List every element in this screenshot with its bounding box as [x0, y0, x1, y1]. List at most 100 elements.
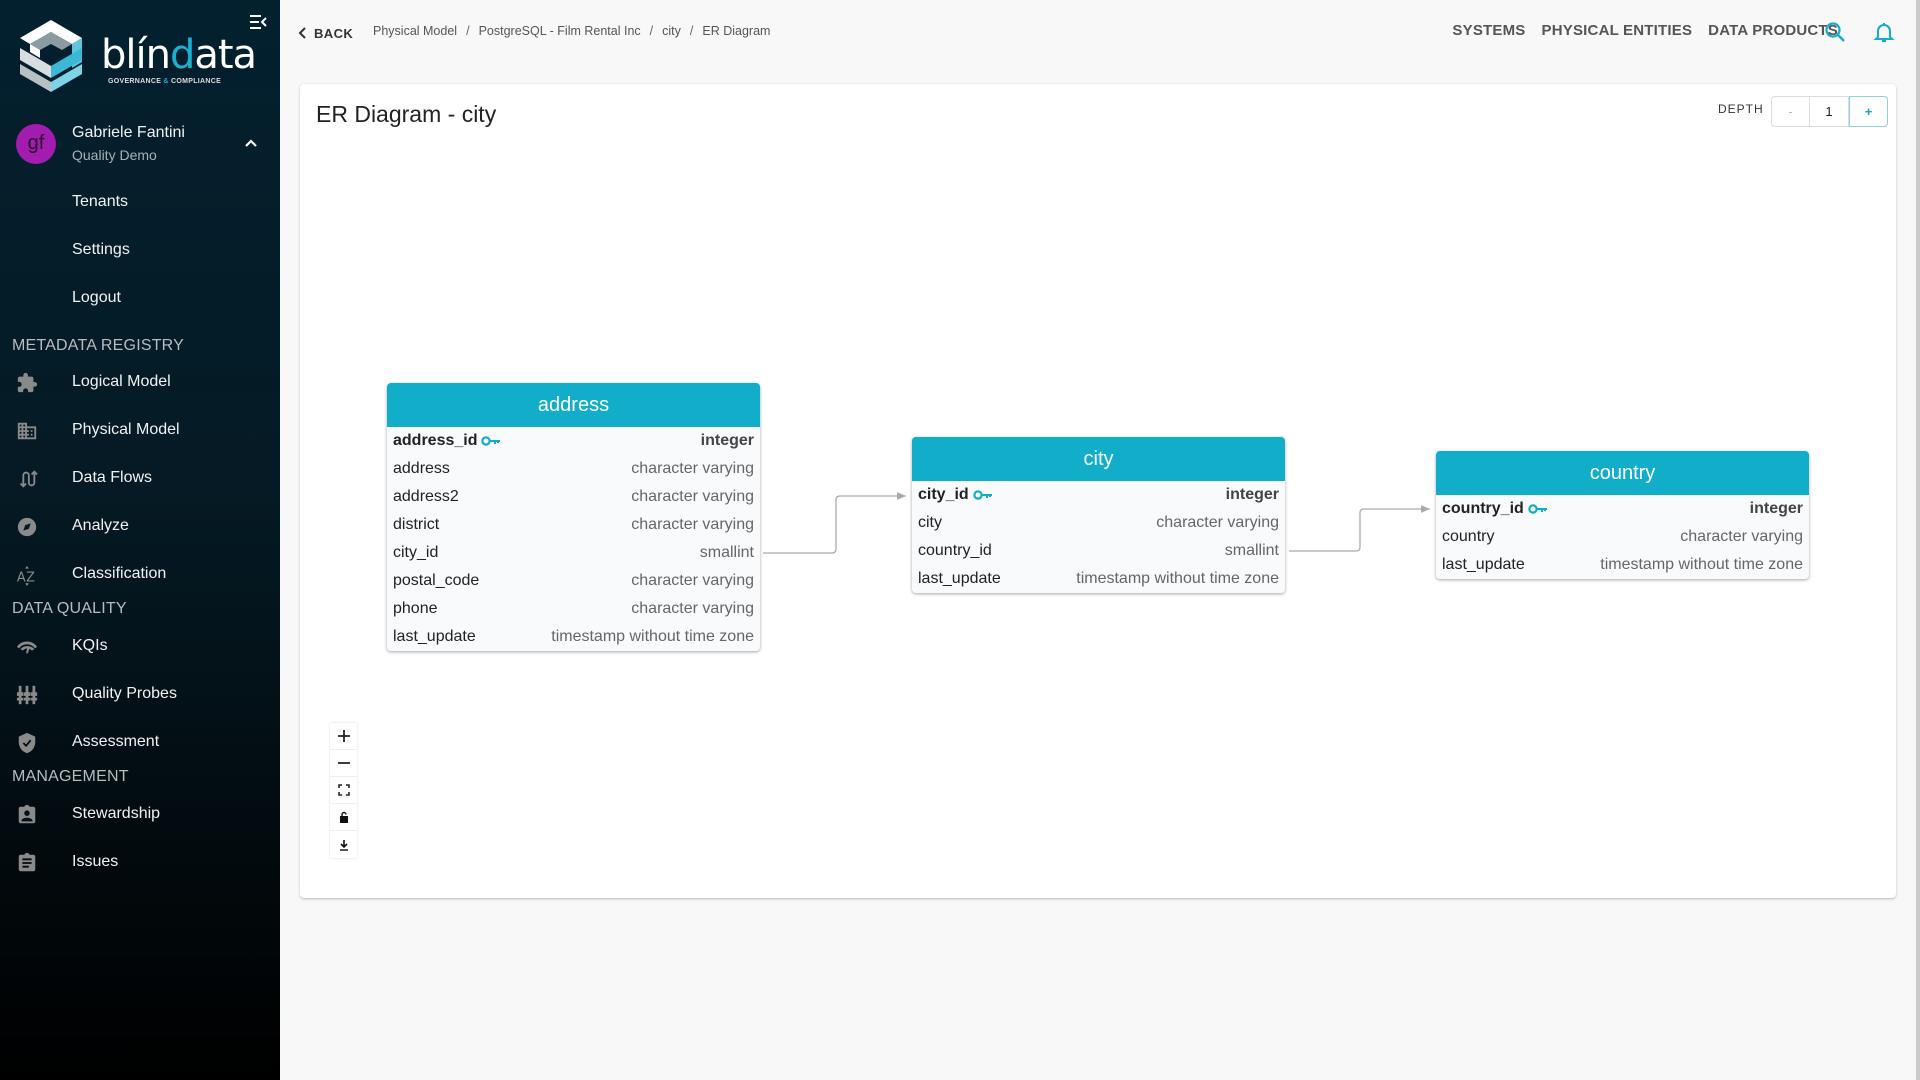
- attribute-row[interactable]: district character varying: [387, 511, 760, 539]
- sidebar-item-classification[interactable]: AZ Classification: [0, 555, 280, 595]
- breadcrumb: Physical Model / PostgreSQL - Film Renta…: [373, 24, 770, 38]
- attribute-name-text: postal_code: [393, 572, 480, 589]
- key-icon: [972, 490, 992, 500]
- attribute-type: character varying: [631, 600, 754, 617]
- attribute-row[interactable]: phone character varying: [387, 595, 760, 623]
- logo-mark-icon: [20, 20, 82, 92]
- attribute-row[interactable]: city_id smallint: [387, 539, 760, 567]
- attribute-type: integer: [700, 432, 754, 449]
- breadcrumb-entity[interactable]: city: [662, 24, 681, 38]
- attribute-row[interactable]: last_update timestamp without time zone: [1436, 551, 1809, 579]
- fullscreen-icon: [337, 784, 350, 796]
- key-icon: [481, 436, 501, 446]
- fit-view-button[interactable]: [330, 777, 357, 804]
- nav-data-products[interactable]: DATA PRODUCTS: [1708, 22, 1838, 39]
- attribute-row[interactable]: country character varying: [1436, 523, 1809, 551]
- primary-key-attribute[interactable]: address_id integer: [387, 427, 760, 455]
- attribute-name: last_update: [918, 570, 1001, 588]
- attribute-type: timestamp without time zone: [1076, 570, 1279, 587]
- depth-decrease-button[interactable]: -: [1771, 96, 1810, 127]
- sidebar-item-issues[interactable]: Issues: [0, 843, 280, 883]
- attribute-row[interactable]: country_id smallint: [912, 537, 1285, 565]
- sidebar-item-assessment[interactable]: Assessment: [0, 723, 280, 763]
- diagram-controls: [330, 723, 357, 858]
- primary-key-attribute[interactable]: city_id integer: [912, 481, 1285, 509]
- section-header-data-quality: DATA QUALITY: [12, 600, 127, 617]
- minus-icon: [337, 762, 350, 764]
- zoom-out-button[interactable]: [330, 750, 357, 777]
- attribute-name-text: last_update: [393, 628, 476, 645]
- attribute-row[interactable]: city character varying: [912, 509, 1285, 537]
- shield-check-icon: [18, 732, 36, 754]
- sidebar-item-logical-model[interactable]: Logical Model: [0, 363, 280, 403]
- zoom-in-button[interactable]: [330, 723, 357, 750]
- search-icon[interactable]: [1823, 20, 1847, 44]
- nav-physical-entities[interactable]: PHYSICAL ENTITIES: [1542, 22, 1693, 39]
- attribute-name: city: [918, 514, 942, 532]
- attribute-row[interactable]: last_update timestamp without time zone: [912, 565, 1285, 593]
- sidebar-item-quality-probes[interactable]: Quality Probes: [0, 675, 280, 715]
- depth-increase-button[interactable]: +: [1849, 96, 1888, 127]
- attribute-name: city_id: [918, 486, 993, 504]
- chevron-up-icon: [245, 139, 257, 147]
- attribute-name: last_update: [1442, 556, 1525, 574]
- attribute-name-text: district: [393, 516, 440, 533]
- attribute-row[interactable]: last_update timestamp without time zone: [387, 623, 760, 651]
- user-menu-logout[interactable]: Logout: [0, 279, 280, 319]
- user-menu-tenants[interactable]: Tenants: [0, 183, 280, 223]
- breadcrumb-system[interactable]: PostgreSQL - Film Rental Inc: [479, 24, 641, 38]
- collapse-sidebar-button[interactable]: [248, 12, 268, 32]
- page-scrollbar[interactable]: [1916, 0, 1920, 1080]
- depth-stepper: - 1 +: [1771, 96, 1888, 127]
- breadcrumb-physical-model[interactable]: Physical Model: [373, 24, 457, 38]
- attribute-name: country_id: [1442, 500, 1548, 518]
- primary-key-attribute[interactable]: country_id integer: [1436, 495, 1809, 523]
- sidebar-item-kqis[interactable]: KQIs: [0, 627, 280, 667]
- nav-label: Assessment: [72, 733, 160, 750]
- attribute-type: character varying: [631, 516, 754, 533]
- attribute-type: timestamp without time zone: [1600, 556, 1803, 573]
- entity-city[interactable]: city city_id integer city character varying…: [912, 437, 1285, 593]
- bell-icon[interactable]: [1872, 20, 1896, 44]
- blindata-logo[interactable]: blíndata GOVERNANCE & COMPLIANCE: [16, 18, 257, 94]
- attribute-type: integer: [1749, 500, 1803, 517]
- svg-text:A: A: [17, 570, 26, 585]
- lock-button[interactable]: [330, 804, 357, 831]
- attribute-name-text: address_id: [393, 432, 478, 449]
- user-menu-settings[interactable]: Settings: [0, 231, 280, 271]
- sidebar-item-physical-model[interactable]: Physical Model: [0, 411, 280, 451]
- attribute-name: country: [1442, 528, 1494, 546]
- sidebar: blíndata GOVERNANCE & COMPLIANCE gf Gabr…: [0, 0, 280, 1080]
- entity-country[interactable]: country country_id integer country characte…: [1436, 451, 1809, 579]
- section-header-metadata-registry: METADATA REGISTRY: [12, 337, 185, 354]
- attribute-type: integer: [1225, 486, 1279, 503]
- attribute-type: character varying: [631, 572, 754, 589]
- lock-open-icon: [339, 811, 348, 823]
- breadcrumb-separator: /: [649, 24, 654, 38]
- nav-label: Classification: [72, 565, 167, 582]
- attribute-type: character varying: [1680, 528, 1803, 545]
- attribute-row[interactable]: postal_code character varying: [387, 567, 760, 595]
- download-button[interactable]: [330, 831, 357, 858]
- gauge-icon: [16, 641, 38, 654]
- attribute-type: timestamp without time zone: [551, 628, 754, 645]
- nav-label: Stewardship: [72, 805, 161, 822]
- sidebar-item-stewardship[interactable]: Stewardship: [0, 795, 280, 835]
- attribute-name-text: city_id: [393, 544, 439, 561]
- building-icon: [17, 422, 37, 440]
- attribute-name-text: phone: [393, 600, 438, 617]
- attribute-row[interactable]: address character varying: [387, 455, 760, 483]
- user-profile-toggle[interactable]: gf Gabriele Fantini Quality Demo: [0, 120, 280, 178]
- key-icon: [1528, 504, 1547, 514]
- nav-systems[interactable]: SYSTEMS: [1452, 22, 1525, 39]
- back-button[interactable]: BACK: [298, 22, 353, 44]
- entity-header: country: [1436, 451, 1809, 495]
- attribute-row[interactable]: address2 character varying: [387, 483, 760, 511]
- attribute-type: character varying: [631, 460, 754, 477]
- attribute-type: character varying: [1156, 514, 1279, 531]
- sort-az-icon: AZ: [17, 565, 35, 586]
- entity-address[interactable]: address address_id integer address characte…: [387, 383, 760, 651]
- nav-label: Tenants: [72, 193, 129, 210]
- sidebar-item-analyze[interactable]: Analyze: [0, 507, 280, 547]
- sidebar-item-data-flows[interactable]: Data Flows: [0, 459, 280, 499]
